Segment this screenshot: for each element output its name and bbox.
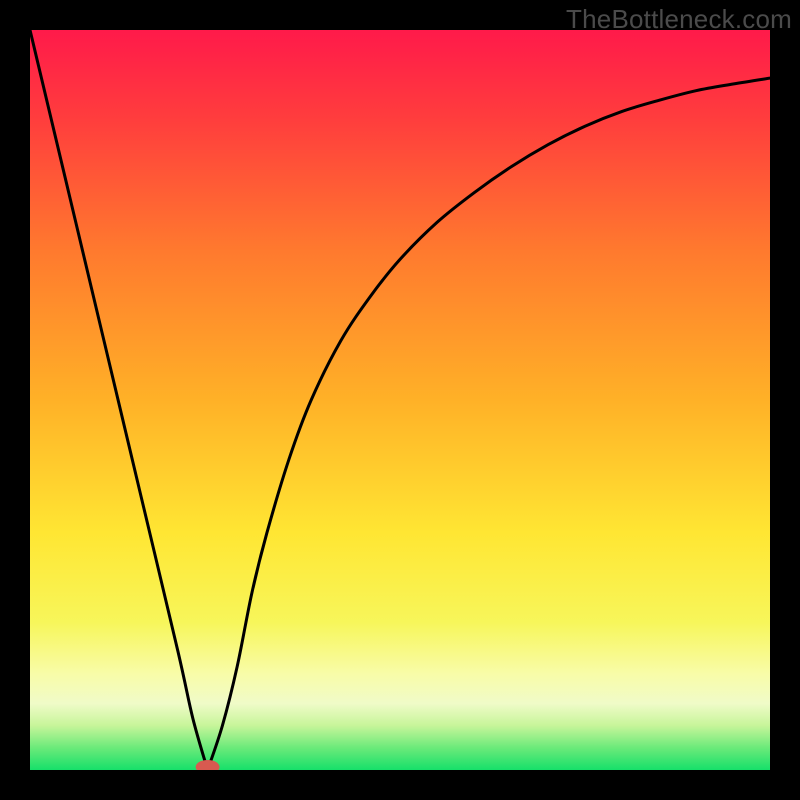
watermark-text: TheBottleneck.com [566,4,792,35]
plot-area [30,30,770,770]
chart-svg [30,30,770,770]
gradient-background [30,30,770,770]
chart-frame: TheBottleneck.com [0,0,800,800]
